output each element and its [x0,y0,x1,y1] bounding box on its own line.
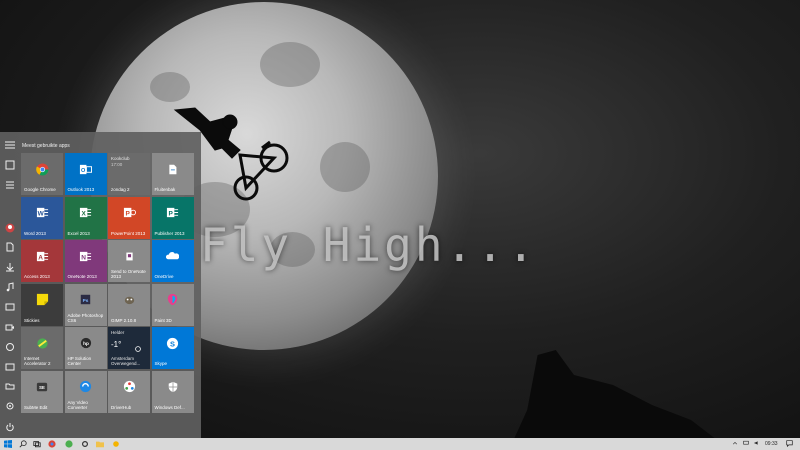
onenote-icon: N [79,249,93,263]
svg-text:A: A [38,254,43,261]
tile-stickies[interactable]: Stickies [21,283,63,326]
taskbar-app-accelerator-icon[interactable] [63,439,75,449]
tile-send-to-onenote[interactable]: Send to OneNote 2013 [108,240,150,282]
tile-outlook[interactable]: O Outlook 2013 [64,153,107,195]
action-center-icon[interactable] [785,439,793,449]
network-icon[interactable] [2,339,18,355]
wallpaper-text: Fly High... [200,218,538,272]
weather-icon [134,340,142,358]
tile-powerpoint[interactable]: P PowerPoint 2013 [108,196,150,239]
documents-icon[interactable] [2,239,18,255]
volume-tray-icon[interactable] [754,440,760,448]
svg-text:W: W [37,210,44,217]
svg-text:SE: SE [39,385,45,390]
taskbar-settings-gear-icon[interactable] [79,439,91,449]
tile-driverhub[interactable]: DriverHub [108,370,150,413]
taskbar-app-extra-icon[interactable] [110,439,122,449]
accelerator-icon [35,336,49,350]
tile-onenote[interactable]: N OneNote 2013 [64,240,107,282]
paint3d-icon [166,293,180,307]
svg-text:O: O [81,167,86,173]
taskbar-clock[interactable]: 09:33 [765,441,778,447]
tile-excel[interactable]: X Excel 2013 [64,196,107,239]
pictures-icon[interactable] [2,299,18,315]
tile-weather[interactable]: Helder -1° Amsterdam Overwegend... [108,327,150,369]
file-icon [166,162,180,176]
word-icon: W [35,206,49,220]
settings-gear-icon[interactable] [2,398,18,414]
taskbar: 09:33 [0,438,800,450]
videos-icon[interactable] [2,319,18,335]
tile-publisher[interactable]: P Publisher 2013 [151,196,194,239]
user-avatar-icon[interactable] [2,220,18,236]
shield-icon [166,380,180,394]
tile-paint3d[interactable]: Paint 3D [151,283,194,326]
svg-text:S: S [170,339,175,348]
tile-hp-solution-center[interactable]: hp HP Solution Center [64,327,107,369]
stickies-icon [35,293,49,307]
system-tray: 09:33 [732,439,793,449]
tiles-view-icon[interactable] [2,157,18,173]
skype-icon: S [166,336,180,350]
tile-word[interactable]: W Word 2013 [21,196,63,239]
hp-icon: hp [79,336,93,350]
tile-calendar[interactable]: Kookclub 17:00 zondag 2 [108,153,150,195]
tile-internet-accelerator[interactable]: Internet Accelerator 2 [21,327,63,369]
network-tray-icon[interactable] [743,440,749,448]
powerpoint-icon: P [122,206,136,220]
svg-text:P: P [168,210,173,217]
hill-silhouette [509,350,730,438]
svg-text:X: X [81,210,86,217]
converter-icon [79,380,93,394]
hamburger-menu-icon[interactable] [2,137,18,153]
downloads-icon[interactable] [2,259,18,275]
taskbar-app-chrome-icon[interactable] [46,439,58,449]
start-menu-rail [0,132,20,438]
list-view-icon[interactable] [2,177,18,193]
tile-subtitle-edit[interactable]: SE SubMe Edit [21,370,63,413]
tile-skype[interactable]: S Skype [151,327,194,369]
tile-google-chrome[interactable]: Google Chrome [21,153,63,195]
svg-text:N: N [81,254,86,261]
svg-text:hp: hp [83,341,89,346]
subtitle-icon: SE [35,380,49,394]
start-button-windows-icon[interactable] [2,439,14,449]
gimp-icon [122,293,136,307]
tile-photoshop[interactable]: Ps Adobe Photoshop CS6 [64,283,107,326]
access-icon: A [35,249,49,263]
taskbar-file-explorer-icon[interactable] [94,439,106,449]
file-explorer-icon[interactable] [2,378,18,394]
task-view-icon[interactable] [31,439,43,449]
svg-text:P: P [125,210,130,217]
excel-icon: X [79,206,93,220]
search-icon[interactable] [17,439,29,449]
photoshop-icon: Ps [79,293,93,307]
tile-any-video-converter[interactable]: Any Video Converter [64,370,107,413]
tile-fluitenbak[interactable]: Fluitenbak [151,153,194,195]
personal-folder-icon[interactable] [2,359,18,375]
tray-chevron-up-icon[interactable] [732,440,738,448]
publisher-icon: P [166,206,180,220]
tile-gimp[interactable]: GIMP 2.10.8 [108,283,150,326]
most-used-apps-heading: Meest gebruikte apps [22,143,70,149]
tile-access[interactable]: A Access 2013 [21,240,63,282]
music-icon[interactable] [2,279,18,295]
power-icon[interactable] [2,419,18,435]
start-menu: Meest gebruikte apps Google Chrome O Out… [0,132,201,438]
onedrive-icon [166,249,180,263]
driverhub-icon [122,380,136,394]
tile-onedrive[interactable]: OneDrive [151,240,194,282]
send-icon [122,249,136,263]
chrome-icon [35,162,49,176]
svg-text:Ps: Ps [83,298,89,303]
outlook-icon: O [79,162,93,176]
tile-windows-defender[interactable]: Windows Def... [151,370,194,413]
